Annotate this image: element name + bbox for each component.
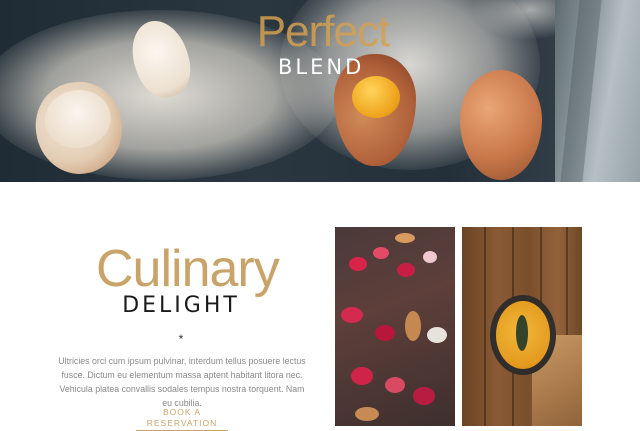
whole-egg-image	[460, 70, 542, 180]
intro-description: Ultricies orci cum ipsum pulvinar, inter…	[58, 356, 306, 408]
soup-bowl-photo	[462, 227, 582, 426]
hero-banner: Perfect BLEND	[0, 0, 640, 182]
hero-subtitle: BLEND	[278, 55, 365, 79]
divider-asterisk: *	[178, 332, 184, 346]
egg-yolk-image	[352, 76, 400, 118]
pastries-photo	[335, 227, 455, 426]
intro-script-title: Culinary	[96, 240, 280, 298]
intro-subtitle: DELIGHT	[122, 293, 240, 318]
hero-script-title: Perfect	[256, 7, 390, 56]
book-reservation-link[interactable]: BOOK A RESERVATION	[136, 407, 228, 431]
